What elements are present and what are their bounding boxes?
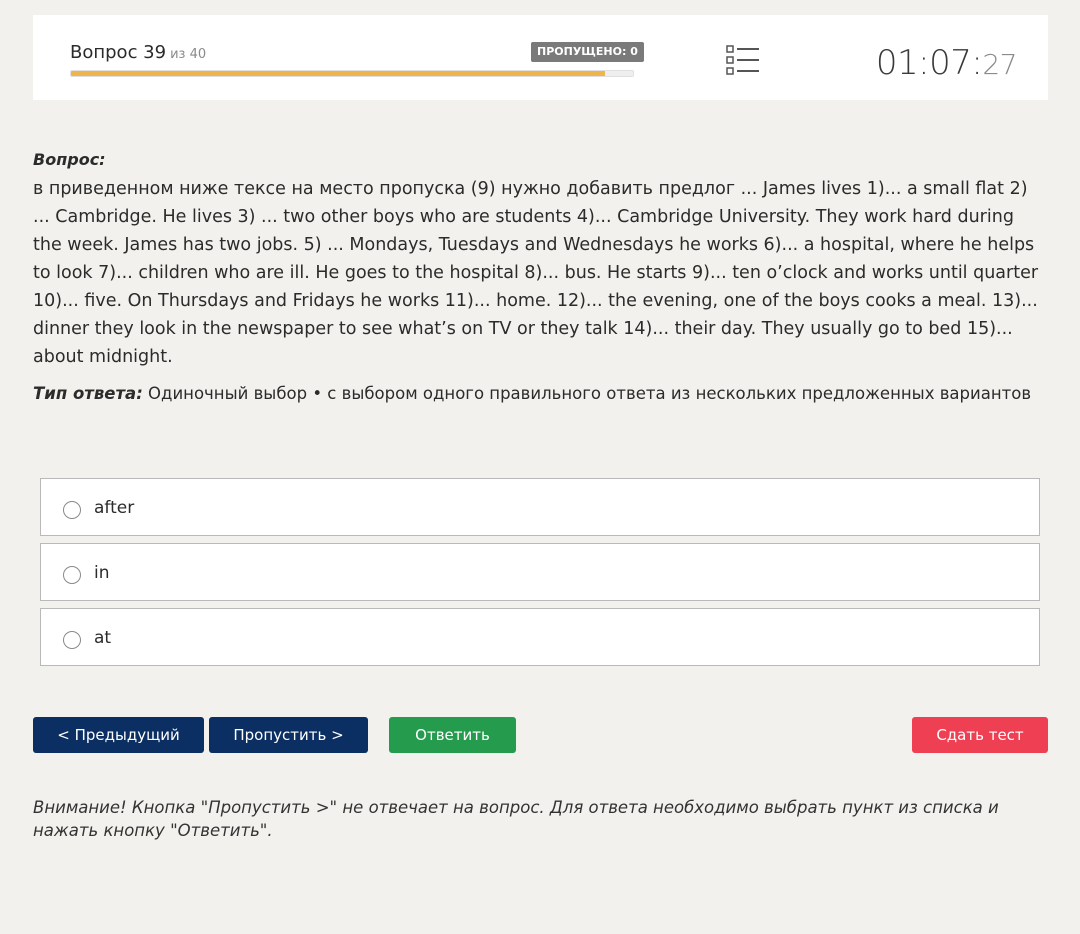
- option-after[interactable]: after: [40, 478, 1040, 536]
- answer-type-value: Одиночный выбор • с выбором одного прави…: [148, 384, 1032, 403]
- skipped-badge: ПРОПУЩЕНО: 0: [531, 42, 644, 62]
- question-text: в приведенном ниже тексе на место пропус…: [33, 179, 1039, 367]
- submit-test-button[interactable]: Сдать тест: [912, 717, 1048, 753]
- timer-main: 01:07:: [875, 43, 983, 83]
- question-total: из 40: [170, 47, 207, 62]
- answer-options: after in at: [40, 478, 1040, 673]
- option-label: after: [94, 498, 135, 518]
- option-label: in: [94, 563, 110, 583]
- skip-button[interactable]: Пропустить >: [209, 717, 368, 753]
- answer-type: Тип ответа: Одиночный выбор • с выбором …: [33, 384, 1031, 403]
- option-label: at: [94, 628, 112, 648]
- progress-fill: [71, 71, 605, 76]
- question-block: Вопрос: в приведенном ниже тексе на мест…: [33, 150, 1048, 371]
- radio-button[interactable]: [63, 501, 81, 519]
- progress-bar: [70, 70, 634, 77]
- option-at[interactable]: at: [40, 608, 1040, 666]
- timer: 01:07:27: [875, 43, 1018, 83]
- question-number: Вопрос 39: [70, 42, 167, 63]
- notice-text: Внимание! Кнопка "Пропустить >" не отвеч…: [33, 798, 999, 840]
- previous-button[interactable]: < Предыдущий: [33, 717, 204, 753]
- option-in[interactable]: in: [40, 543, 1040, 601]
- answer-button[interactable]: Ответить: [389, 717, 516, 753]
- radio-button[interactable]: [63, 566, 81, 584]
- question-label: Вопрос:: [33, 150, 106, 169]
- list-icon[interactable]: [726, 45, 760, 75]
- radio-button[interactable]: [63, 631, 81, 649]
- question-counter: Вопрос 39 из 40: [70, 42, 206, 63]
- test-header: Вопрос 39 из 40 ПРОПУЩЕНО: 0 01:07:27: [33, 15, 1048, 100]
- timer-seconds: 27: [982, 48, 1017, 81]
- answer-type-label: Тип ответа:: [33, 384, 143, 403]
